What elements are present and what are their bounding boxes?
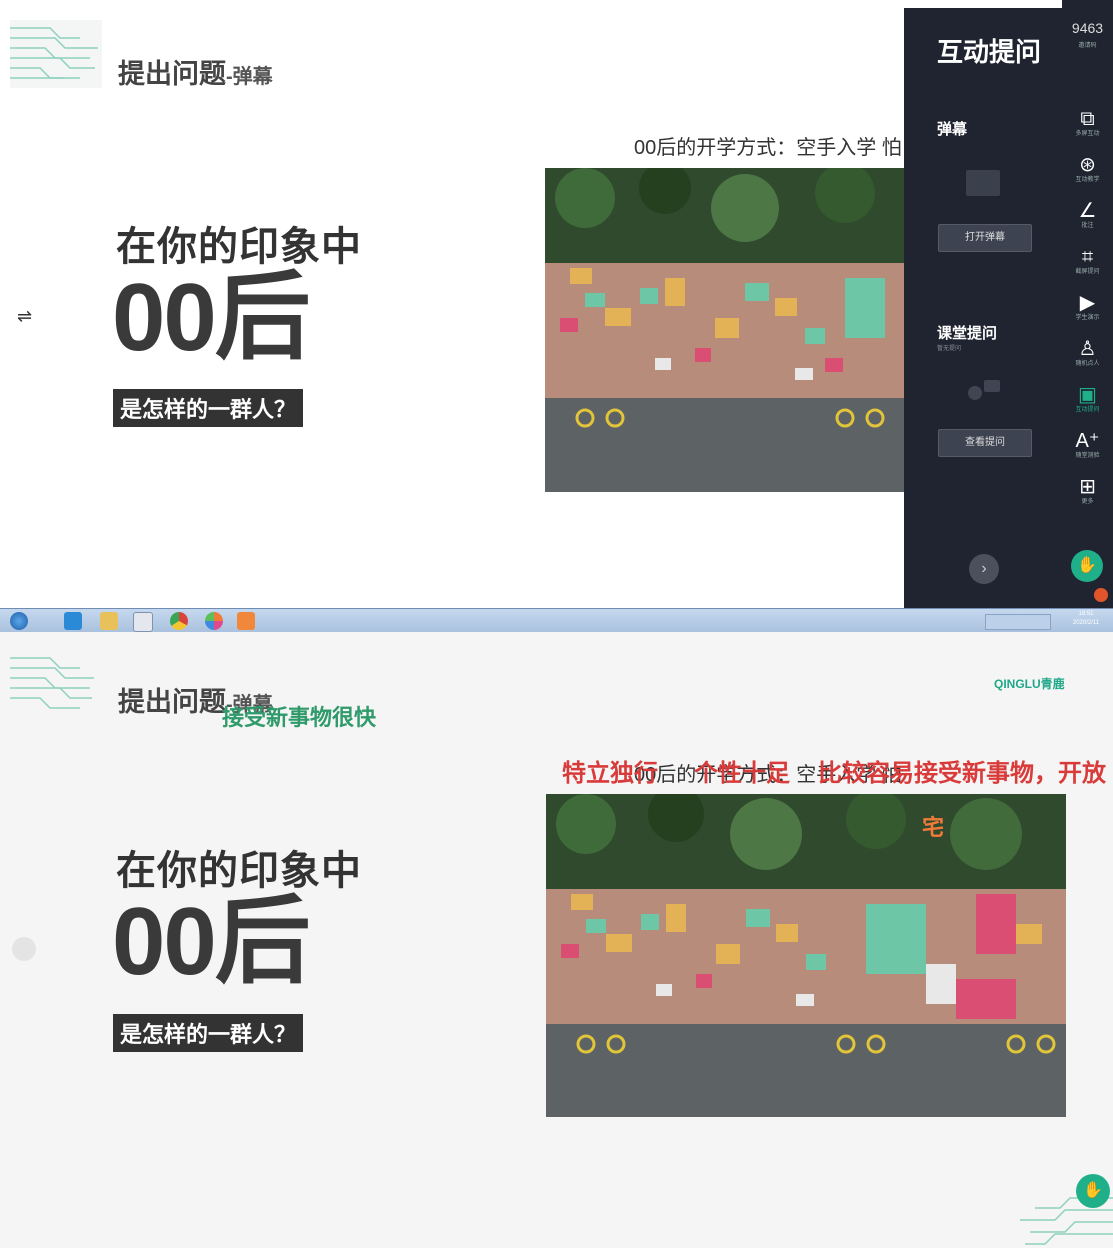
aerial-photo: [545, 168, 904, 492]
interaction-panel: 互动提问 弹幕 打开弹幕 课堂提问 暂无提问 查看提问 ›: [904, 8, 1062, 608]
chat-icon: ▣: [1078, 384, 1097, 406]
brand-logo: QINGLU青鹿: [994, 677, 1065, 691]
slide-question-tag: 是怎样的一群人？: [113, 389, 304, 427]
toolbar-random-pick[interactable]: ♙ 随机点人: [1062, 338, 1113, 368]
slide-big-text: 00后: [112, 888, 311, 995]
danmaku-comment: 特立独行: [562, 760, 658, 787]
open-barrage-button[interactable]: 打开弹幕: [938, 224, 1032, 252]
view-questions-button[interactable]: 查看提问: [938, 429, 1032, 457]
taskbar-clock[interactable]: 18:51 2020/2/11: [1062, 610, 1110, 628]
powerpoint-icon[interactable]: [237, 612, 255, 630]
presentation-with-panel: 提出问题-弹幕 ⇌ 在你的印象中 00后 是怎样的一群人？ 00后的开学方式：空…: [0, 0, 1113, 608]
slide-title: 提出问题-弹幕: [118, 59, 273, 89]
room-code: 9463: [1071, 20, 1104, 36]
hand-icon: ✋: [1083, 1182, 1103, 1199]
toolbar-annotate[interactable]: ∠ 批注: [1062, 200, 1113, 230]
right-toolbar: 9463 邀请码 ⧉ 多屏互动 ⊛ 互动教学 ∠ 批注 ⌗ 截屏提问 ▶ 学生演示 ♙ 随机…: [1062, 0, 1113, 608]
virus-icon: [1094, 588, 1108, 602]
aerial-photo-image: [546, 794, 1066, 1117]
aerial-photo: [546, 794, 1066, 1117]
toolbar-student-demo[interactable]: ▶ 学生演示: [1062, 292, 1113, 322]
chrome-icon[interactable]: [170, 612, 188, 630]
aerial-photo-image: [545, 168, 904, 492]
barrage-preview-icon: [966, 170, 1000, 196]
grid-icon: ⊞: [1079, 476, 1096, 498]
chevron-right-icon: ›: [981, 560, 987, 577]
font-plus-icon: A⁺: [1075, 430, 1100, 452]
start-button[interactable]: [10, 612, 28, 630]
class-question-section-title: 课堂提问: [937, 325, 998, 342]
window-icon: ⧉: [1080, 108, 1095, 130]
danmaku-comment: 宅: [922, 815, 945, 840]
circuit-decoration-icon: [10, 20, 102, 88]
assistant-button[interactable]: ✋: [1076, 1174, 1110, 1208]
circuit-decoration-icon: [10, 657, 94, 709]
danmaku-comment: 个性十足: [694, 760, 790, 787]
panel-next-button[interactable]: ›: [969, 554, 999, 584]
slide-big-text: 00后: [112, 264, 311, 371]
toolbar-quiz[interactable]: A⁺ 随堂测验: [1062, 430, 1113, 460]
danmaku-comment: 接受新事物很快: [222, 705, 377, 730]
room-code-label: 邀请码: [1078, 43, 1097, 49]
toolbar-interactive-teaching[interactable]: ⊛ 互动教学: [1062, 154, 1113, 184]
photo-caption: 00后的开学方式：空手入学 怕: [634, 137, 902, 159]
slide-question-tag: 是怎样的一群人？: [113, 1014, 304, 1052]
barrage-section-title: 弹幕: [937, 121, 968, 138]
panel-title: 互动提问: [937, 37, 1042, 67]
media-icon[interactable]: [133, 612, 153, 632]
toolbar-more[interactable]: ⊞ 更多: [1062, 476, 1113, 506]
toolbar-multiscreen[interactable]: ⧉ 多屏互动: [1062, 108, 1113, 138]
palette-icon: ⊛: [1079, 154, 1096, 176]
assistant-button[interactable]: ✋: [1071, 550, 1103, 582]
hand-icon: ✋: [1077, 557, 1097, 574]
play-icon: ▶: [1079, 292, 1096, 314]
person-icon: ♙: [1078, 338, 1097, 360]
tray-icons[interactable]: [985, 614, 1051, 630]
presentation-with-danmaku: 提出问题-弹幕 QINGLU青鹿 在你的印象中 00后 是怎样的一群人？ 00后…: [0, 632, 1113, 1248]
toolbar-screenshot-question[interactable]: ⌗ 截屏提问: [1062, 246, 1113, 276]
pen-icon: ∠: [1078, 200, 1097, 222]
browser-icon[interactable]: [205, 612, 223, 630]
question-empty-icon: [966, 378, 1002, 404]
danmaku-comment: 比较容易接受新事物，开放: [818, 760, 1106, 787]
page-indicator-icon: [12, 937, 36, 961]
folder-icon[interactable]: [100, 612, 118, 630]
windows-taskbar: 18:51 2020/2/11: [0, 608, 1113, 633]
toolbar-interactive-question[interactable]: ▣ 互动提问: [1062, 384, 1113, 414]
class-question-hint: 暂无提问: [937, 346, 962, 352]
ie-icon[interactable]: [64, 612, 82, 630]
swap-icon[interactable]: ⇌: [17, 306, 32, 327]
crop-icon: ⌗: [1081, 246, 1094, 268]
